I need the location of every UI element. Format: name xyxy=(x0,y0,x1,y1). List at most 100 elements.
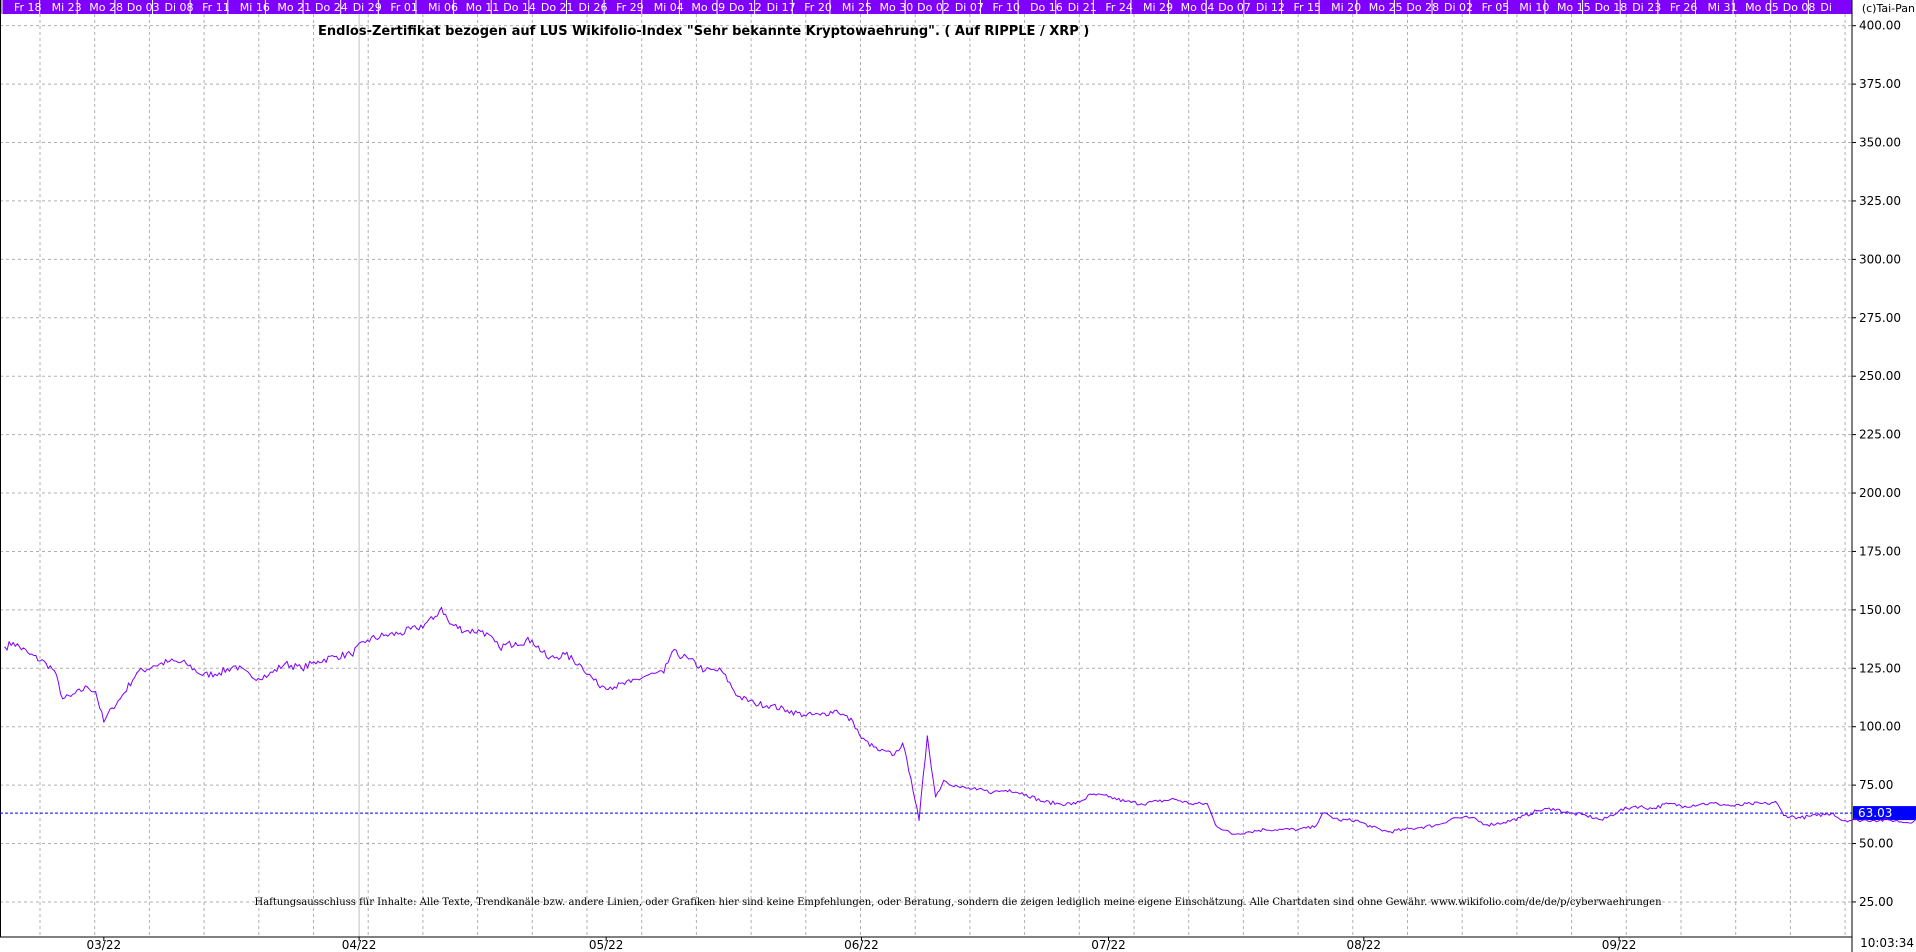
y-tick-label: 125.00 xyxy=(1859,661,1901,675)
y-tick-label: 50.00 xyxy=(1859,837,1893,851)
price-point xyxy=(94,691,97,693)
price-point xyxy=(514,641,517,644)
price-point xyxy=(383,634,385,637)
copyright-label: (c)Tai-Pan xyxy=(1862,2,1915,15)
date-bar-label: Do 08 xyxy=(1783,1,1816,14)
price-point xyxy=(1840,819,1843,821)
price-point xyxy=(234,665,237,667)
x-tick-label: 09/22 xyxy=(1602,938,1637,952)
price-point xyxy=(1733,805,1735,807)
price-point xyxy=(926,735,928,737)
price-point xyxy=(1009,789,1011,791)
price-point xyxy=(1569,812,1571,814)
price-point xyxy=(1322,812,1324,814)
price-point xyxy=(1906,821,1908,824)
price-point xyxy=(836,709,838,711)
price-point xyxy=(1667,803,1670,805)
price-point xyxy=(1437,824,1439,826)
price-point xyxy=(1107,796,1110,798)
price-point xyxy=(943,779,945,782)
date-bar-label: Fr 26 xyxy=(1670,1,1698,14)
date-bar-label: Di 08 xyxy=(165,1,194,14)
date-bar-label: Fr 29 xyxy=(616,1,644,14)
date-bar-label: Fr 18 xyxy=(14,1,42,14)
price-point xyxy=(169,660,171,662)
price-point xyxy=(185,663,187,665)
price-point xyxy=(1231,833,1233,835)
date-bar-label: Do 18 xyxy=(1595,1,1628,14)
price-point xyxy=(1684,805,1686,807)
price-point xyxy=(737,695,739,697)
price-point xyxy=(564,653,566,655)
price-point xyxy=(1453,817,1455,819)
price-point xyxy=(119,698,121,700)
price-point xyxy=(1486,824,1488,826)
price-point xyxy=(103,721,105,723)
price-point xyxy=(1206,803,1208,805)
price-point xyxy=(432,618,434,620)
timestamp: 10:03:34 xyxy=(1860,936,1914,950)
date-bar-label: Do 12 xyxy=(729,1,762,14)
price-point xyxy=(1799,817,1801,819)
price-point xyxy=(1717,803,1719,805)
price-point xyxy=(1091,793,1093,796)
price-point xyxy=(1280,828,1283,831)
price-point xyxy=(366,639,368,641)
price-point xyxy=(45,663,47,665)
price-point xyxy=(1585,814,1587,817)
chart-title: Endlos-Zertifikat bezogen auf LUS Wikifo… xyxy=(318,24,1089,39)
date-bar-label: Fr 24 xyxy=(1105,1,1133,14)
price-point xyxy=(1140,803,1143,805)
date-bar-label: Mo 09 xyxy=(691,1,725,14)
date-bar-label: Di 17 xyxy=(767,1,796,14)
price-point xyxy=(613,686,615,688)
price-point xyxy=(959,786,961,789)
price-point xyxy=(498,646,500,648)
price-point xyxy=(1873,819,1875,821)
price-point xyxy=(1503,821,1505,824)
current-value-label: 63.03 xyxy=(1858,806,1892,820)
price-point xyxy=(1601,819,1604,821)
price-point xyxy=(819,714,821,716)
price-point xyxy=(786,709,788,711)
price-point xyxy=(12,641,14,644)
price-point xyxy=(465,630,467,632)
date-bar-label: Di 23 xyxy=(1632,1,1661,14)
y-tick-label: 350.00 xyxy=(1859,136,1901,150)
price-point xyxy=(860,737,863,739)
price-point xyxy=(136,672,138,674)
date-bar-label: Mo 04 xyxy=(1181,1,1215,14)
price-point xyxy=(580,665,583,667)
price-point xyxy=(803,714,805,716)
y-tick-label: 400.00 xyxy=(1859,19,1901,33)
price-point xyxy=(992,791,994,793)
price-point xyxy=(333,655,336,658)
date-bar-label: Fr 15 xyxy=(1294,1,1322,14)
price-point xyxy=(671,651,673,653)
price-point xyxy=(1470,817,1472,819)
price-point xyxy=(1536,810,1538,812)
price-point xyxy=(53,670,56,672)
price-point xyxy=(1371,826,1373,828)
price-point xyxy=(416,627,418,630)
date-bar-label: Di 21 xyxy=(1068,1,1097,14)
price-point xyxy=(597,684,599,686)
price-point xyxy=(704,670,706,672)
y-tick-label: 225.00 xyxy=(1859,428,1901,442)
date-bar-label: Fr 05 xyxy=(1482,1,1510,14)
y-tick-label: 150.00 xyxy=(1859,603,1901,617)
price-point xyxy=(1700,803,1703,805)
price-point xyxy=(910,777,912,779)
price-point xyxy=(720,670,723,672)
price-point xyxy=(29,653,31,655)
date-bar-label: Mo 28 xyxy=(89,1,123,14)
price-point xyxy=(877,749,879,751)
price-chart[interactable]: Fr 18 Mi 23 Mo 28 Do 03 Di 08 Fr 11 Mi 16 Mo 21… xyxy=(0,0,1916,952)
price-point xyxy=(753,702,755,704)
y-tick-label: 300.00 xyxy=(1859,252,1901,266)
date-bar-label: Mo 15 xyxy=(1557,1,1591,14)
price-point xyxy=(218,672,220,674)
date-bar-label: Do 14 xyxy=(503,1,536,14)
price-point xyxy=(1816,814,1818,817)
price-point xyxy=(1890,819,1892,821)
